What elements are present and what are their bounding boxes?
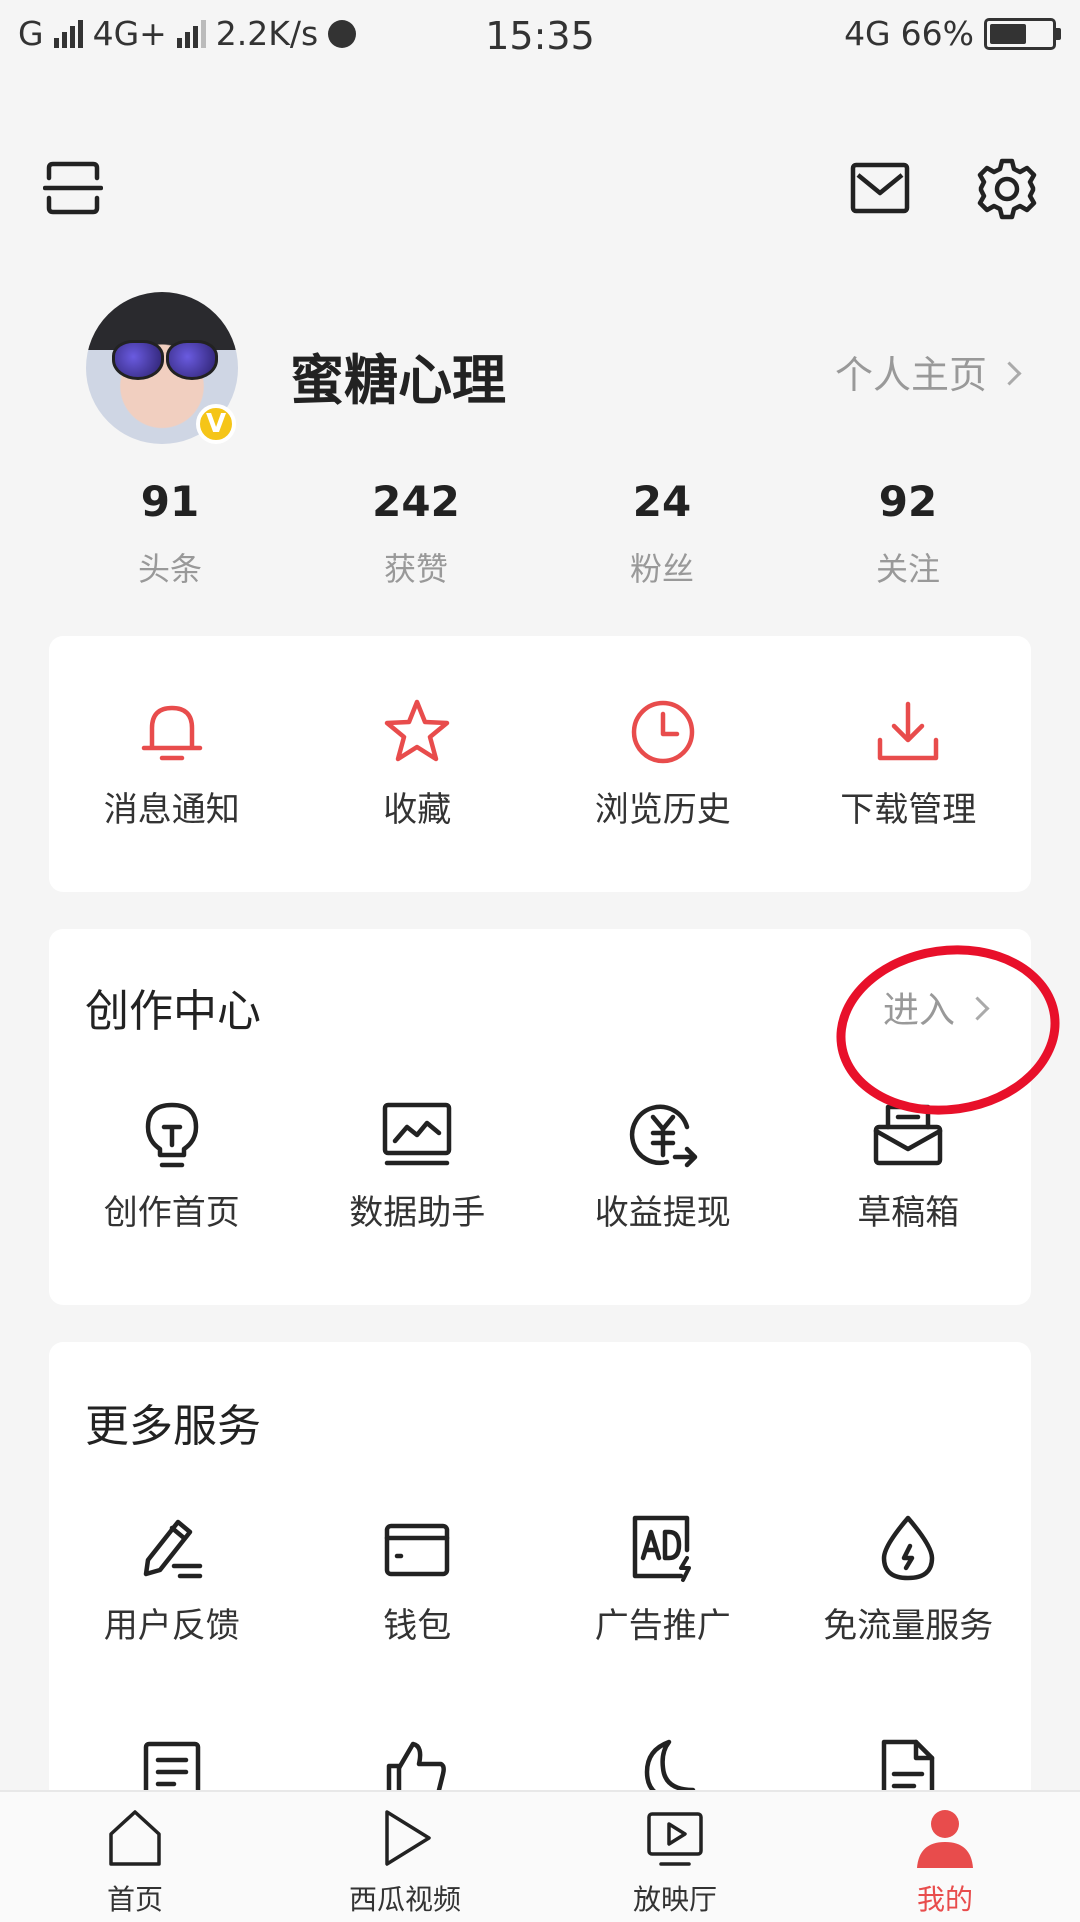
network-type-right: 4G [844, 14, 891, 53]
item-label: 免流量服务 [823, 1606, 994, 1646]
item-label: 草稿箱 [857, 1193, 960, 1233]
item-label: 广告推广 [594, 1606, 731, 1646]
stat-value: 242 [372, 477, 460, 526]
stat-likes[interactable]: 242 获赞 [293, 476, 539, 590]
mail-icon [850, 162, 910, 214]
creation-center-title: 创作中心 [85, 986, 261, 1037]
verified-badge: V [196, 404, 236, 444]
profile-link-label: 个人主页 [834, 353, 987, 397]
downloads-item[interactable]: 下载管理 [786, 694, 1032, 831]
tv-play-icon [647, 1812, 703, 1866]
scan-icon [43, 161, 103, 215]
favorites-item[interactable]: 收藏 [295, 694, 541, 831]
feedback-item[interactable]: 用户反馈 [49, 1510, 295, 1647]
tab-cinema[interactable]: 放映厅 [540, 1792, 810, 1922]
creation-home-item[interactable]: 创作首页 [49, 1097, 295, 1234]
data-assistant-item[interactable]: 数据助手 [295, 1097, 541, 1234]
star-icon [385, 699, 450, 762]
tab-home[interactable]: 首页 [0, 1792, 270, 1922]
stat-following[interactable]: 92 关注 [785, 476, 1031, 590]
ad-promotion-item[interactable]: 广告推广 [540, 1510, 786, 1647]
stat-articles[interactable]: 91 头条 [47, 476, 293, 590]
scan-button[interactable] [40, 158, 106, 218]
ad-icon [632, 1515, 691, 1582]
username: 蜜糖心理 [290, 349, 506, 412]
item-label: 下载管理 [840, 790, 977, 830]
tab-label: 西瓜视频 [348, 1883, 461, 1916]
yen-withdraw-icon [629, 1104, 697, 1168]
wallet-item[interactable]: 钱包 [295, 1510, 541, 1647]
stat-label: 头条 [137, 550, 202, 588]
item-label: 数据助手 [349, 1193, 486, 1233]
tab-label: 首页 [106, 1883, 163, 1916]
stat-followers[interactable]: 24 粉丝 [539, 476, 785, 590]
gear-icon [977, 158, 1037, 220]
item-label: 收益提现 [594, 1193, 731, 1233]
stat-value: 92 [878, 477, 938, 526]
status-bar: G 4G+ 2.2K/s 15:35 4G 66% [0, 0, 1080, 80]
item-label: 钱包 [383, 1606, 452, 1646]
stat-label: 关注 [875, 550, 940, 588]
clock-icon [631, 700, 694, 764]
stat-value: 91 [140, 477, 200, 526]
more-services-title: 更多服务 [85, 1401, 261, 1452]
item-label: 消息通知 [103, 790, 240, 830]
settings-button[interactable] [974, 156, 1040, 222]
item-label: 用户反馈 [103, 1606, 240, 1646]
home-icon [109, 1810, 161, 1866]
status-right: 4G 66% [844, 14, 1061, 53]
earnings-withdraw-item[interactable]: 收益提现 [540, 1097, 786, 1234]
tab-label: 我的 [916, 1883, 973, 1916]
person-icon [917, 1810, 973, 1868]
stat-label: 获赞 [383, 550, 448, 588]
quick-actions-card: 消息通知 收藏 浏览历史 下载管理 [49, 636, 1031, 892]
profile-page-link[interactable]: 个人主页 [834, 344, 1022, 399]
item-label: 浏览历史 [594, 790, 731, 830]
tab-label: 放映厅 [632, 1883, 717, 1916]
stat-label: 粉丝 [629, 550, 694, 588]
download-icon [878, 701, 939, 761]
battery-percent: 66% [900, 14, 974, 53]
tab-xigua-video[interactable]: 西瓜视频 [270, 1792, 540, 1922]
chart-monitor-icon [383, 1102, 452, 1166]
wallet-icon [385, 1523, 450, 1577]
chevron-right-icon [997, 361, 1022, 386]
play-icon [385, 1810, 431, 1866]
bottom-nav: 首页 西瓜视频 放映厅 我的 [0, 1790, 1080, 1922]
bell-icon [141, 705, 202, 761]
history-item[interactable]: 浏览历史 [540, 694, 786, 831]
tab-mine[interactable]: 我的 [810, 1792, 1080, 1922]
lightbulb-icon [145, 1102, 198, 1168]
pencil-icon [143, 1519, 202, 1579]
drafts-item[interactable]: 草稿箱 [786, 1097, 1032, 1234]
stat-value: 24 [632, 477, 692, 526]
notifications-item[interactable]: 消息通知 [49, 694, 295, 831]
data-drop-icon [882, 1515, 935, 1581]
battery-icon [984, 17, 1061, 50]
item-label: 收藏 [383, 790, 452, 830]
free-data-item[interactable]: 免流量服务 [786, 1510, 1032, 1647]
item-label: 创作首页 [103, 1193, 240, 1233]
messages-button[interactable] [848, 158, 912, 218]
